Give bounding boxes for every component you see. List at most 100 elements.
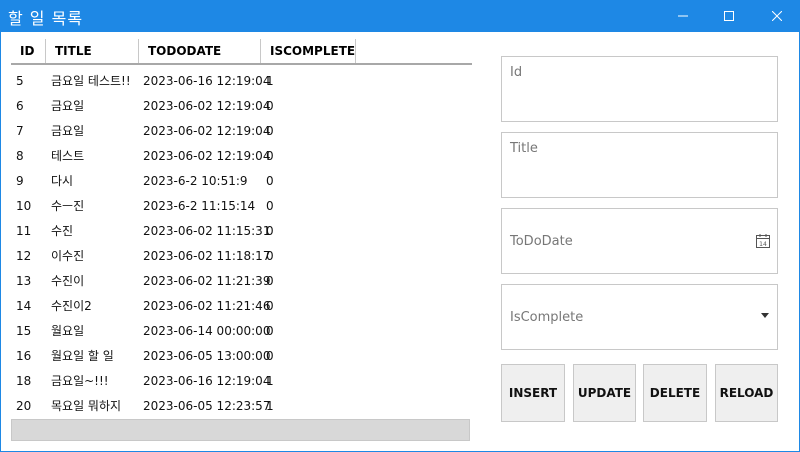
cell-title: 월요일 할 일 [51,349,114,363]
cell-id: 11 [16,223,32,238]
minimize-icon [678,15,688,17]
id-placeholder: Id [510,65,523,80]
cell-tododate: 2023-06-16 12:19:04 [143,73,271,88]
cell-iscomplete: 1 [266,398,274,413]
minimize-button[interactable] [660,0,706,32]
cell-id: 18 [16,373,32,388]
column-header-tododate[interactable]: TODODATE [139,39,261,63]
cell-tododate: 2023-06-16 12:19:04 [143,373,271,388]
title-field[interactable]: Title [501,132,778,198]
table-row[interactable]: 9 다시 2023-6-2 10:51:9 0 [11,168,472,193]
svg-text:14: 14 [759,241,767,248]
grid-header: ID TITLE TODODATE ISCOMPLETE [11,39,472,65]
table-row[interactable]: 13 수진이 2023-06-02 11:21:39 0 [11,268,472,293]
cell-id: 9 [16,173,24,188]
cell-tododate: 2023-06-02 11:21:39 [143,273,271,288]
client-area: ID TITLE TODODATE ISCOMPLETE 5 금요일 테스트!! 2… [1,32,799,451]
cell-title: 수ㅡ진 [51,199,85,213]
cell-id: 8 [16,148,24,163]
table-row[interactable]: 6 금요일 2023-06-02 12:19:04 0 [11,93,472,118]
cell-iscomplete: 0 [266,198,274,213]
title-placeholder: Title [510,141,538,156]
grid-rows: 5 금요일 테스트!! 2023-06-16 12:19:04 1 6 금요일 2023-… [11,68,472,418]
cell-title: 테스트 [51,149,85,163]
cell-tododate: 2023-06-05 13:00:00 [143,348,271,363]
cell-id: 12 [16,248,32,263]
cell-title: 금요일 [51,124,85,138]
table-row[interactable]: 5 금요일 테스트!! 2023-06-16 12:19:04 1 [11,68,472,93]
cell-iscomplete: 0 [266,123,274,138]
cell-tododate: 2023-06-02 11:18:17 [143,248,271,263]
dropdown-arrow-icon[interactable] [761,313,769,318]
insert-button[interactable]: INSERT [501,364,565,422]
app-window: 할 일 목록 ID TITLE TODODATE ISCOMPLETE 5 금요일… [0,0,800,452]
table-row[interactable]: 8 테스트 2023-06-02 12:19:04 0 [11,143,472,168]
column-header-id[interactable]: ID [11,39,46,63]
cell-tododate: 2023-06-02 11:21:46 [143,298,271,313]
cell-iscomplete: 0 [266,273,274,288]
column-header-iscomplete[interactable]: ISCOMPLETE [261,39,356,63]
table-row[interactable]: 18 금요일~!!! 2023-06-16 12:19:04 1 [11,368,472,393]
cell-title: 금요일 [51,99,85,113]
cell-id: 5 [16,73,24,88]
tododate-picker[interactable]: ToDoDate 14 [501,208,778,274]
delete-button[interactable]: DELETE [643,364,707,422]
title-bar: 할 일 목록 [0,0,800,32]
cell-id: 6 [16,98,24,113]
maximize-button[interactable] [706,0,752,32]
cell-iscomplete: 0 [266,223,274,238]
id-field[interactable]: Id [501,56,778,122]
horizontal-scrollbar[interactable] [11,419,470,441]
todo-grid[interactable]: ID TITLE TODODATE ISCOMPLETE 5 금요일 테스트!! 2… [11,39,472,443]
cell-tododate: 2023-06-02 11:15:31 [143,223,271,238]
cell-id: 16 [16,348,32,363]
cell-tododate: 2023-06-02 12:19:04 [143,98,271,113]
cell-id: 13 [16,273,32,288]
cell-iscomplete: 0 [266,98,274,113]
cell-iscomplete: 0 [266,248,274,263]
table-row[interactable]: 15 월요일 2023-06-14 00:00:00 0 [11,318,472,343]
cell-id: 14 [16,298,32,313]
table-row[interactable]: 10 수ㅡ진 2023-6-2 11:15:14 0 [11,193,472,218]
table-row[interactable]: 16 월요일 할 일 2023-06-05 13:00:00 0 [11,343,472,368]
column-header-title[interactable]: TITLE [46,39,139,63]
cell-title: 이수진 [51,249,85,263]
cell-title: 수진이2 [51,299,92,313]
cell-tododate: 2023-06-02 12:19:04 [143,123,271,138]
cell-id: 15 [16,323,32,338]
cell-title: 다시 [51,174,74,188]
cell-id: 7 [16,123,24,138]
table-row[interactable]: 12 이수진 2023-06-02 11:18:17 0 [11,243,472,268]
cell-title: 수진이 [51,274,85,288]
cell-iscomplete: 0 [266,323,274,338]
cell-title: 금요일 테스트!! [51,74,131,88]
maximize-icon [724,11,734,21]
table-row[interactable]: 7 금요일 2023-06-02 12:19:04 0 [11,118,472,143]
calendar-icon[interactable]: 14 [755,233,771,249]
cell-title: 금요일~!!! [51,374,109,388]
cell-iscomplete: 1 [266,373,274,388]
cell-iscomplete: 0 [266,148,274,163]
cell-tododate: 2023-06-05 12:23:57 [143,398,271,413]
table-row[interactable]: 14 수진이2 2023-06-02 11:21:46 0 [11,293,472,318]
reload-button[interactable]: RELOAD [715,364,778,422]
cell-iscomplete: 0 [266,173,274,188]
close-icon [772,11,782,21]
cell-title: 목요일 뭐하지 [51,399,122,413]
table-row[interactable]: 20 목요일 뭐하지 2023-06-05 12:23:57 1 [11,393,472,418]
cell-id: 10 [16,198,32,213]
iscomplete-combobox[interactable]: IsComplete [501,284,778,350]
cell-iscomplete: 0 [266,348,274,363]
cell-tododate: 2023-06-14 00:00:00 [143,323,271,338]
cell-iscomplete: 0 [266,298,274,313]
close-button[interactable] [754,0,800,32]
cell-tododate: 2023-6-2 10:51:9 [143,173,248,188]
cell-id: 20 [16,398,32,413]
tododate-placeholder: ToDoDate [510,234,573,249]
cell-tododate: 2023-6-2 11:15:14 [143,198,256,213]
cell-title: 월요일 [51,324,85,338]
table-row[interactable]: 11 수진 2023-06-02 11:15:31 0 [11,218,472,243]
window-title: 할 일 목록 [8,9,84,28]
iscomplete-placeholder: IsComplete [510,310,584,325]
update-button[interactable]: UPDATE [573,364,636,422]
